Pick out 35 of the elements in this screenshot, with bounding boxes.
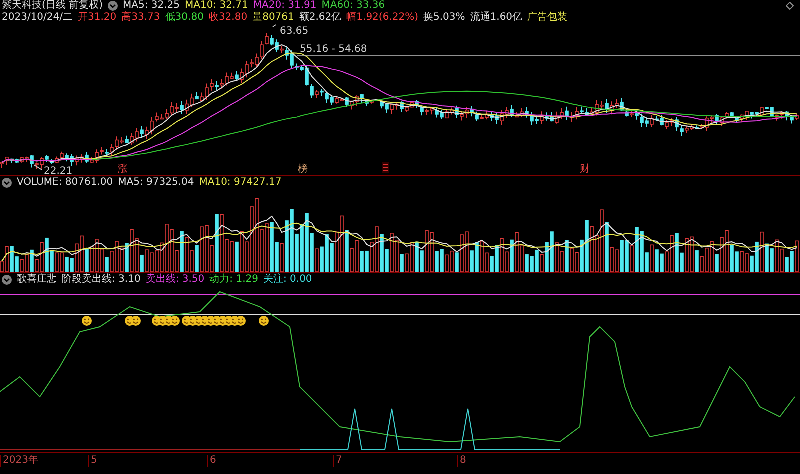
moving-average-value: MA5: 32.25	[122, 0, 180, 12]
axis-label: 2023年	[0, 455, 38, 467]
price-level-label: 55.16 - 54.68	[300, 44, 368, 55]
indicator-name: 歌喜庄悲	[17, 274, 57, 286]
low-price-label: 22.21	[44, 166, 73, 175]
quote-field: 幅1.92(6.22%)	[346, 12, 418, 24]
moving-average-value: MA10: 32.71	[185, 0, 248, 12]
quote-field: 收32.80	[208, 12, 248, 24]
indicator-value: 卖出线: 3.50	[146, 274, 205, 286]
quote-field: 额2.62亿	[299, 12, 342, 24]
volume-value: MA5: 97325.04	[118, 177, 194, 189]
event-marker[interactable]: 榜	[298, 164, 308, 175]
indicator-value: 动力: 1.29	[210, 274, 258, 286]
quote-field: 高33.73	[122, 12, 160, 24]
event-marker[interactable]: 涨	[118, 164, 128, 175]
axis-label: 8	[457, 455, 466, 467]
moving-average-value: MA60: 33.36	[322, 0, 386, 12]
volume-value: MA10: 97427.17	[199, 177, 282, 189]
indicator-value: 阶段卖出线: 3.10	[62, 274, 141, 286]
stock-title: 紫天科技(日线 前复权)	[2, 0, 103, 12]
quote-field: 流通1.60亿	[470, 12, 523, 24]
axis-label: 5	[88, 455, 98, 467]
high-price-label: 63.65	[280, 26, 309, 37]
quote-field: 低30.80	[165, 12, 204, 24]
quote-field: 广告包装	[528, 12, 568, 24]
volume-value: VOLUME: 80761.00	[17, 177, 114, 189]
quote-field: 开31.20	[78, 12, 117, 24]
quote-field: 换5.03%	[424, 12, 466, 24]
event-marker[interactable]: 财	[580, 164, 590, 175]
axis-label: 7	[333, 455, 342, 467]
quote-field: 量80761	[252, 12, 294, 24]
axis-label: 6	[207, 455, 216, 467]
indicator-value: 关注: 0.00	[263, 274, 312, 286]
moving-average-value: MA20: 31.91	[253, 0, 317, 12]
quote-date: 2023/10/24/二	[2, 12, 74, 24]
